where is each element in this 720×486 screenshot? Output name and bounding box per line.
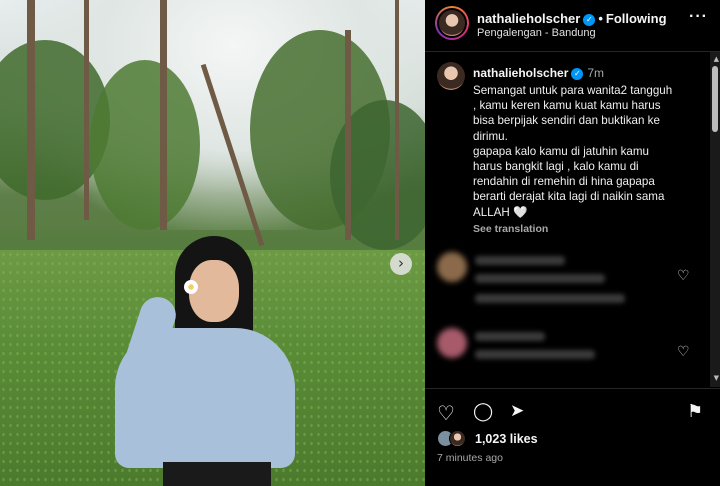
likes-count[interactable]: 1,023 likes — [475, 432, 538, 446]
caption-username[interactable]: nathalieholscher — [473, 66, 568, 80]
post-time: 7 minutes ago — [437, 452, 503, 464]
story-ring[interactable] — [435, 6, 469, 40]
comment-like-icon[interactable]: ♡ — [677, 268, 690, 284]
more-options-icon[interactable]: ··· — [689, 8, 708, 26]
flower-icon — [184, 280, 198, 294]
see-translation-link[interactable]: See translation — [473, 223, 548, 235]
separator-dot: • — [598, 11, 603, 26]
blurred-text — [475, 350, 595, 359]
blurred-text — [475, 256, 565, 265]
caption-header: nathalieholscher ✓ 7m — [473, 66, 604, 80]
photo-tree — [395, 0, 399, 240]
comment-like-icon[interactable]: ♡ — [677, 344, 690, 360]
comments-section: nathalieholscher ✓ 7m Semangat untuk para … — [425, 52, 720, 387]
post-actions: ♡ ◯ ➤ ⚑ 1,023 likes 7 minutes ago — [425, 388, 720, 486]
verified-badge-icon: ✓ — [571, 67, 584, 80]
blurred-text — [475, 332, 545, 341]
header-user-line: nathalieholscher ✓ • Following — [477, 11, 667, 26]
scroll-up-icon[interactable]: ▲ — [714, 55, 719, 63]
blurred-avatar — [437, 328, 467, 358]
photo-foliage — [90, 60, 200, 230]
caption-avatar[interactable] — [437, 62, 465, 90]
comment-item: ♡ — [425, 252, 710, 312]
photo-tree — [27, 0, 35, 240]
following-button[interactable]: Following — [606, 11, 667, 26]
photo-tree — [84, 0, 89, 220]
comment-item: ♡ — [425, 328, 710, 387]
avatar[interactable] — [437, 8, 467, 38]
share-icon[interactable]: ➤ — [510, 401, 524, 421]
photo-person — [115, 236, 295, 486]
verified-badge-icon: ✓ — [583, 13, 596, 26]
photo-tree — [345, 30, 351, 240]
post-header: nathalieholscher ✓ • Following Pengalengan … — [425, 0, 720, 52]
blurred-avatar — [437, 252, 467, 282]
scrollbar-thumb[interactable] — [712, 66, 718, 132]
blurred-text — [475, 274, 605, 283]
scroll-down-icon[interactable]: ▼ — [714, 374, 719, 382]
liker-avatars[interactable] — [437, 430, 471, 448]
blurred-text — [475, 294, 625, 303]
save-icon[interactable]: ⚑ — [687, 401, 703, 422]
location-link[interactable]: Pengalengan - Bandung — [477, 27, 596, 39]
like-icon[interactable]: ♡ — [437, 401, 455, 425]
caption-text: Semangat untuk para wanita2 tangguh , ka… — [473, 84, 673, 219]
person-pants — [163, 462, 271, 486]
comment-icon[interactable]: ◯ — [473, 401, 493, 422]
photo-tree — [160, 0, 167, 230]
post-photo[interactable]: › — [0, 0, 425, 486]
caption-time: 7m — [587, 66, 605, 80]
liker-avatar — [449, 430, 466, 447]
header-username[interactable]: nathalieholscher — [477, 11, 580, 26]
chevron-right-icon[interactable]: › — [390, 253, 412, 275]
post-details-panel: nathalieholscher ✓ • Following Pengalengan … — [425, 0, 720, 486]
